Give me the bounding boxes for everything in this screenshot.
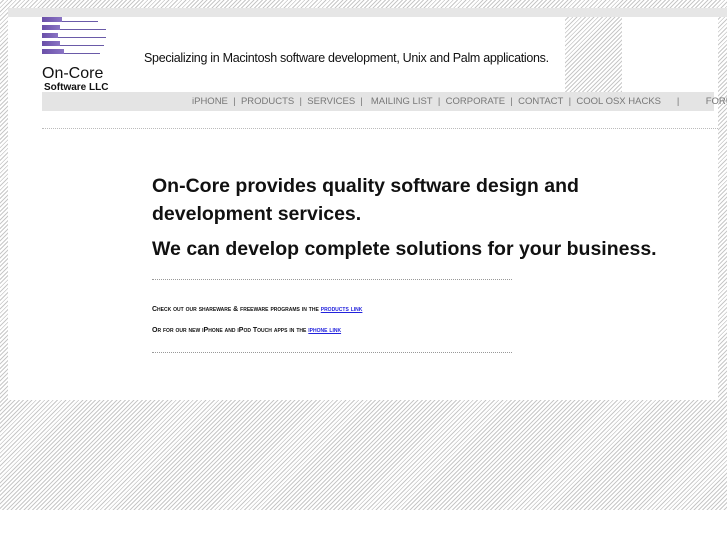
- nav-iphone[interactable]: iPHONE: [192, 96, 228, 107]
- nav-products[interactable]: PRODUCTS: [241, 96, 294, 107]
- nav-contact[interactable]: CONTACT: [518, 96, 563, 107]
- iphone-line: Or for our new iPhone and iPod Touch app…: [152, 327, 657, 334]
- nav-forums[interactable]: FORUMS: [706, 96, 727, 107]
- tagline: Specializing in Macintosh software devel…: [144, 51, 549, 65]
- shareware-line: Check out our shareware & freeware progr…: [152, 306, 657, 313]
- nav-mailing-list[interactable]: MAILING LIST: [371, 96, 433, 107]
- nav-cool-osx-hacks[interactable]: COOL OSX HACKS: [576, 96, 661, 107]
- products-link[interactable]: products link: [321, 306, 363, 313]
- shareware-text: Check out our shareware & freeware progr…: [152, 306, 321, 313]
- logo-name: On-Core: [42, 65, 104, 82]
- iphone-link[interactable]: iphone link: [308, 327, 341, 334]
- headline-2: We can develop complete solutions for yo…: [152, 238, 657, 260]
- top-strip: [8, 8, 727, 17]
- divider: [152, 279, 512, 280]
- nav-services[interactable]: SERVICES: [307, 96, 355, 107]
- nav-bar: iPHONE | PRODUCTS | SERVICES | MAILING L…: [42, 92, 727, 111]
- header-decoration: [565, 17, 622, 92]
- headline-1: On-Core provides quality software design…: [152, 175, 579, 225]
- nav-corporate[interactable]: CORPORATE: [446, 96, 505, 107]
- iphone-text: Or for our new iPhone and iPod Touch app…: [152, 327, 309, 334]
- content: On-Core provides quality software design…: [152, 172, 657, 353]
- divider: [42, 128, 718, 129]
- logo[interactable]: On-Core Software LLC: [42, 17, 117, 95]
- divider: [152, 352, 512, 353]
